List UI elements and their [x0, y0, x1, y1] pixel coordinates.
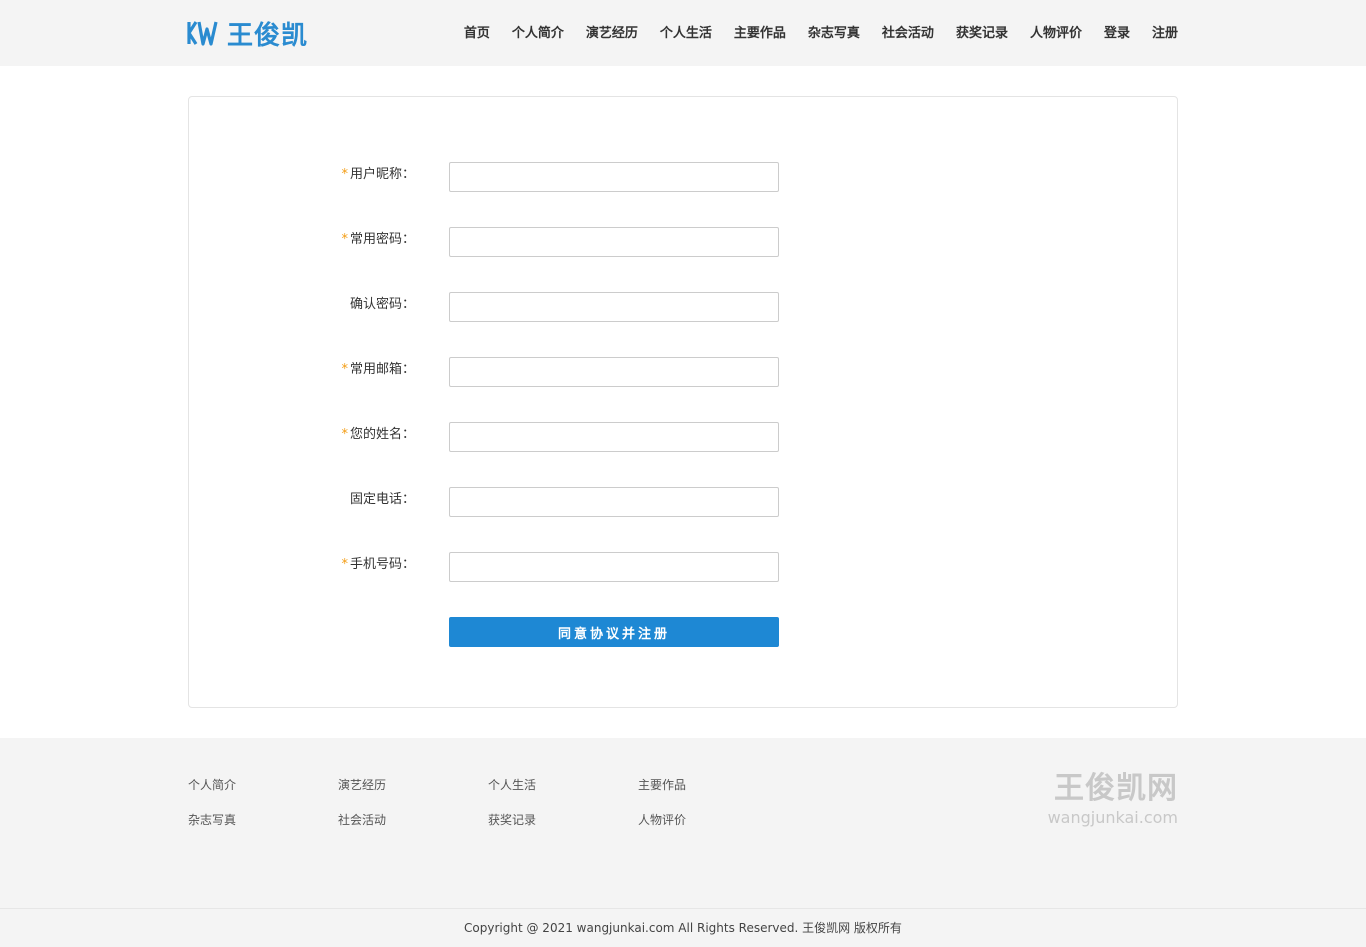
form-row-nickname: * 用户昵称：: [189, 162, 1177, 192]
form-row-password: * 常用密码：: [189, 227, 1177, 257]
logo-text: 王俊凯: [227, 20, 309, 51]
name-input[interactable]: [449, 422, 779, 452]
required-mark: *: [341, 427, 348, 442]
nickname-input[interactable]: [449, 162, 779, 192]
footer-link-awards[interactable]: 获奖记录: [488, 811, 536, 828]
password-label: * 常用密码：: [341, 232, 415, 247]
nav-item-magazine[interactable]: 杂志写真: [808, 24, 860, 44]
form-row-landline: 固定电话：: [189, 487, 1177, 517]
nav-item-awards[interactable]: 获奖记录: [956, 24, 1008, 44]
email-label: * 常用邮箱：: [341, 362, 415, 377]
form-row-confirm-password: 确认密码：: [189, 292, 1177, 322]
nav-item-reviews[interactable]: 人物评价: [1030, 24, 1082, 44]
nav-item-activities[interactable]: 社会活动: [882, 24, 934, 44]
name-label: * 您的姓名：: [341, 427, 415, 442]
main-nav: 首页 个人简介 演艺经历 个人生活 主要作品 杂志写真 社会活动 获奖记录 人物…: [464, 24, 1178, 44]
nav-item-profile[interactable]: 个人简介: [512, 24, 564, 44]
logo-mark-icon: [187, 21, 218, 46]
nav-item-works[interactable]: 主要作品: [734, 24, 786, 44]
nav-item-home[interactable]: 首页: [464, 24, 490, 44]
footer-link-profile[interactable]: 个人简介: [188, 776, 236, 793]
email-input[interactable]: [449, 357, 779, 387]
form-row-mobile: * 手机号码：: [189, 552, 1177, 582]
footer-link-works[interactable]: 主要作品: [638, 776, 686, 793]
required-mark: *: [341, 167, 348, 182]
mobile-input[interactable]: [449, 552, 779, 582]
required-mark: *: [341, 362, 348, 377]
footer-link-activities[interactable]: 社会活动: [338, 811, 386, 828]
register-submit-button[interactable]: 同意协议并注册: [449, 617, 779, 647]
footer-link-magazine[interactable]: 杂志写真: [188, 811, 236, 828]
copyright-text: Copyright @ 2021 wangjunkai.com All Righ…: [0, 908, 1366, 947]
footer-brand-logo: 王俊凯网 wangjunkai.com: [1048, 770, 1178, 828]
footer-brand-name: 王俊凯网: [1054, 771, 1178, 806]
nav-item-register[interactable]: 注册: [1152, 24, 1178, 44]
confirm-password-label: 确认密码：: [349, 297, 415, 312]
form-row-email: * 常用邮箱：: [189, 357, 1177, 387]
required-mark: *: [341, 232, 348, 247]
register-panel: * 用户昵称： * 常用密码： 确认密码： * 常用邮箱： * 您的姓名： 固定电话： …: [188, 96, 1178, 708]
footer-link-reviews[interactable]: 人物评价: [638, 811, 686, 828]
site-logo[interactable]: 王俊凯: [187, 17, 309, 51]
confirm-password-input[interactable]: [449, 292, 779, 322]
form-row-name: * 您的姓名：: [189, 422, 1177, 452]
password-input[interactable]: [449, 227, 779, 257]
nav-item-login[interactable]: 登录: [1104, 24, 1130, 44]
footer-link-life[interactable]: 个人生活: [488, 776, 536, 793]
site-footer: 个人简介 演艺经历 个人生活 主要作品 杂志写真 社会活动 获奖记录 人物评价 …: [0, 738, 1366, 947]
landline-label: 固定电话：: [349, 492, 415, 507]
nav-item-life[interactable]: 个人生活: [660, 24, 712, 44]
mobile-label: * 手机号码：: [341, 557, 415, 572]
required-mark: *: [341, 557, 348, 572]
nickname-label: * 用户昵称：: [341, 167, 415, 182]
footer-brand-domain: wangjunkai.com: [1047, 808, 1178, 827]
landline-input[interactable]: [449, 487, 779, 517]
site-header: 王俊凯 首页 个人简介 演艺经历 个人生活 主要作品 杂志写真 社会活动 获奖记…: [0, 0, 1366, 66]
nav-item-career[interactable]: 演艺经历: [586, 24, 638, 44]
footer-link-career[interactable]: 演艺经历: [338, 776, 386, 793]
